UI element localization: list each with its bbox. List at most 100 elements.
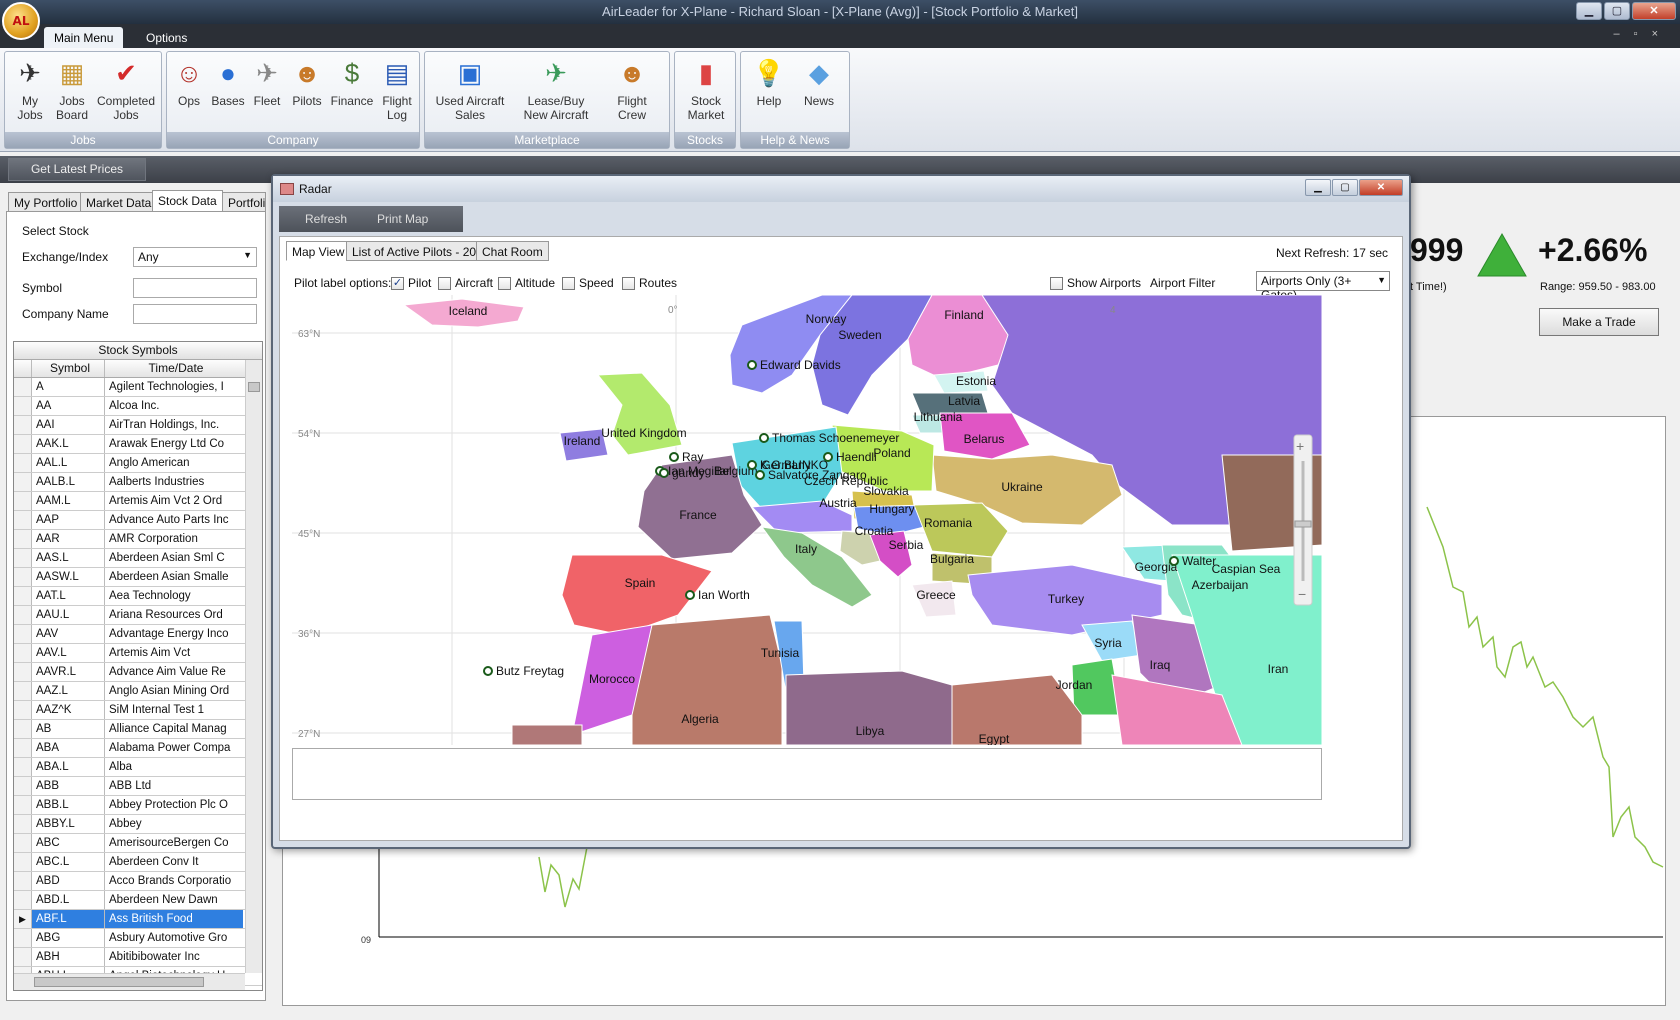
tab-active-pilots[interactable]: List of Active Pilots - 20 [346,241,483,261]
table-row[interactable]: AAR AMR Corporation [14,530,262,549]
cell-company[interactable]: Aea Technology [105,587,243,605]
tab-market-data[interactable]: Market Data [80,192,158,212]
cell-symbol[interactable]: AAI [32,416,105,434]
cell-company[interactable]: Aberdeen New Dawn [105,891,243,909]
minimize-button[interactable]: ▁ [1576,2,1602,20]
cell-symbol[interactable]: ABB.L [32,796,105,814]
table-row[interactable]: ABA Alabama Power Compa [14,739,262,758]
cell-symbol[interactable]: ABF.L [32,910,105,928]
cell-symbol[interactable]: AAK.L [32,435,105,453]
help-button[interactable]: 💡 Help [747,56,791,108]
row-selector[interactable] [14,587,32,605]
cell-company[interactable]: Alcoa Inc. [105,397,243,415]
cell-symbol[interactable]: AAV.L [32,644,105,662]
row-selector[interactable] [14,606,32,624]
cell-symbol[interactable]: AAL.L [32,454,105,472]
cell-company[interactable]: SiM Internal Test 1 [105,701,243,719]
row-selector[interactable] [14,568,32,586]
table-row[interactable]: ▶ ABF.L Ass British Food [14,910,262,929]
column-header-time-date[interactable]: Time/Date [105,360,243,377]
aircraft-checkbox[interactable] [438,276,451,290]
table-row[interactable]: ABA.L Alba [14,758,262,777]
cell-company[interactable]: Asbury Automotive Gro [105,929,243,947]
cell-company[interactable]: Advance Aim Value Re [105,663,243,681]
table-row[interactable]: AAU.L Ariana Resources Ord [14,606,262,625]
tab-stock-data[interactable]: Stock Data [152,190,223,212]
row-selector[interactable] [14,492,32,510]
row-selector[interactable] [14,948,32,966]
radar-message-box[interactable] [292,748,1322,800]
cell-symbol[interactable]: ABD.L [32,891,105,909]
flight-log-button[interactable]: ▤ Flight Log [377,56,417,122]
table-row[interactable]: AAV Advantage Energy Inco [14,625,262,644]
table-row[interactable]: AAL.L Anglo American [14,454,262,473]
cell-symbol[interactable]: AAM.L [32,492,105,510]
pilot-checkbox[interactable]: ✓ [391,276,404,290]
cell-symbol[interactable]: AAS.L [32,549,105,567]
cell-company[interactable]: Advance Auto Parts Inc [105,511,243,529]
tab-main-menu[interactable]: Main Menu [44,27,124,48]
row-selector[interactable] [14,834,32,852]
used-aircraft-sales-button[interactable]: ▣ Used Aircraft Sales [429,56,511,122]
cell-company[interactable]: Artemis Aim Vct 2 Ord [105,492,243,510]
row-selector[interactable] [14,378,32,396]
pilot-marker[interactable] [685,590,695,600]
table-row[interactable]: AB Alliance Capital Manag [14,720,262,739]
lease-buy-button[interactable]: ✈ Lease/Buy New Aircraft [513,56,599,122]
cell-company[interactable]: Agilent Technologies, I [105,378,243,396]
column-header-symbol[interactable]: Symbol [32,360,105,377]
jobs-board-button[interactable]: ▦ Jobs Board [51,56,93,122]
table-row[interactable]: ABG Asbury Automotive Gro [14,929,262,948]
table-row[interactable]: ABB ABB Ltd [14,777,262,796]
pilot-marker[interactable] [747,460,757,470]
grid-horizontal-scrollbar[interactable] [14,973,245,990]
speed-checkbox[interactable] [562,276,575,290]
cell-company[interactable]: Alabama Power Compa [105,739,243,757]
stock-market-button[interactable]: ▮ Stock Market [679,56,733,122]
cell-company[interactable]: Abbey [105,815,243,833]
table-row[interactable]: A Agilent Technologies, I [14,378,262,397]
table-row[interactable]: ABC.L Aberdeen Conv It [14,853,262,872]
radar-map[interactable]: 63°N 54°N 45°N 36°N 27°N 0° 4 Iceland Nor… [292,294,1323,746]
cell-company[interactable]: Ariana Resources Ord [105,606,243,624]
my-jobs-button[interactable]: ✈ My Jobs [9,56,51,122]
cell-symbol[interactable]: ABC.L [32,853,105,871]
cell-symbol[interactable]: AAZ^K [32,701,105,719]
cell-company[interactable]: AirTran Holdings, Inc. [105,416,243,434]
cell-company[interactable]: Abbey Protection Plc O [105,796,243,814]
fleet-button[interactable]: ✈ Fleet [249,56,285,108]
cell-symbol[interactable]: AASW.L [32,568,105,586]
cell-company[interactable]: AmerisourceBergen Co [105,834,243,852]
get-latest-prices-button[interactable]: Get Latest Prices [8,158,146,181]
altitude-checkbox[interactable] [498,276,511,290]
table-row[interactable]: ABC AmerisourceBergen Co [14,834,262,853]
row-selector[interactable] [14,397,32,415]
pilot-marker[interactable] [823,452,833,462]
row-selector[interactable] [14,758,32,776]
bases-button[interactable]: ● Bases [209,56,247,108]
table-row[interactable]: AAVR.L Advance Aim Value Re [14,663,262,682]
row-selector[interactable] [14,777,32,795]
radar-close-button[interactable]: ✕ [1359,179,1403,196]
table-row[interactable]: AAZ.L Anglo Asian Mining Ord [14,682,262,701]
row-selector[interactable] [14,815,32,833]
pilot-marker[interactable] [483,666,493,676]
cell-symbol[interactable]: ABBY.L [32,815,105,833]
pilot-marker[interactable] [747,360,757,370]
option-routes[interactable]: Routes [622,276,677,290]
table-row[interactable]: ABD.L Aberdeen New Dawn [14,891,262,910]
row-selector[interactable] [14,454,32,472]
option-aircraft[interactable]: Aircraft [438,276,493,290]
cell-symbol[interactable]: AAVR.L [32,663,105,681]
cell-symbol[interactable]: AAT.L [32,587,105,605]
radar-title-bar[interactable]: Radar ▁ ▢ ✕ [273,176,1409,202]
map-zoom-control[interactable]: + − [1293,434,1313,606]
mdi-window-controls[interactable]: –▫× [1614,28,1672,40]
cell-company[interactable]: Alliance Capital Manag [105,720,243,738]
table-row[interactable]: ABD Acco Brands Corporatio [14,872,262,891]
maximize-button[interactable]: ▢ [1604,2,1630,20]
pilot-marker[interactable] [1169,556,1179,566]
table-row[interactable]: AA Alcoa Inc. [14,397,262,416]
scroll-thumb[interactable] [248,382,260,392]
row-selector[interactable] [14,435,32,453]
